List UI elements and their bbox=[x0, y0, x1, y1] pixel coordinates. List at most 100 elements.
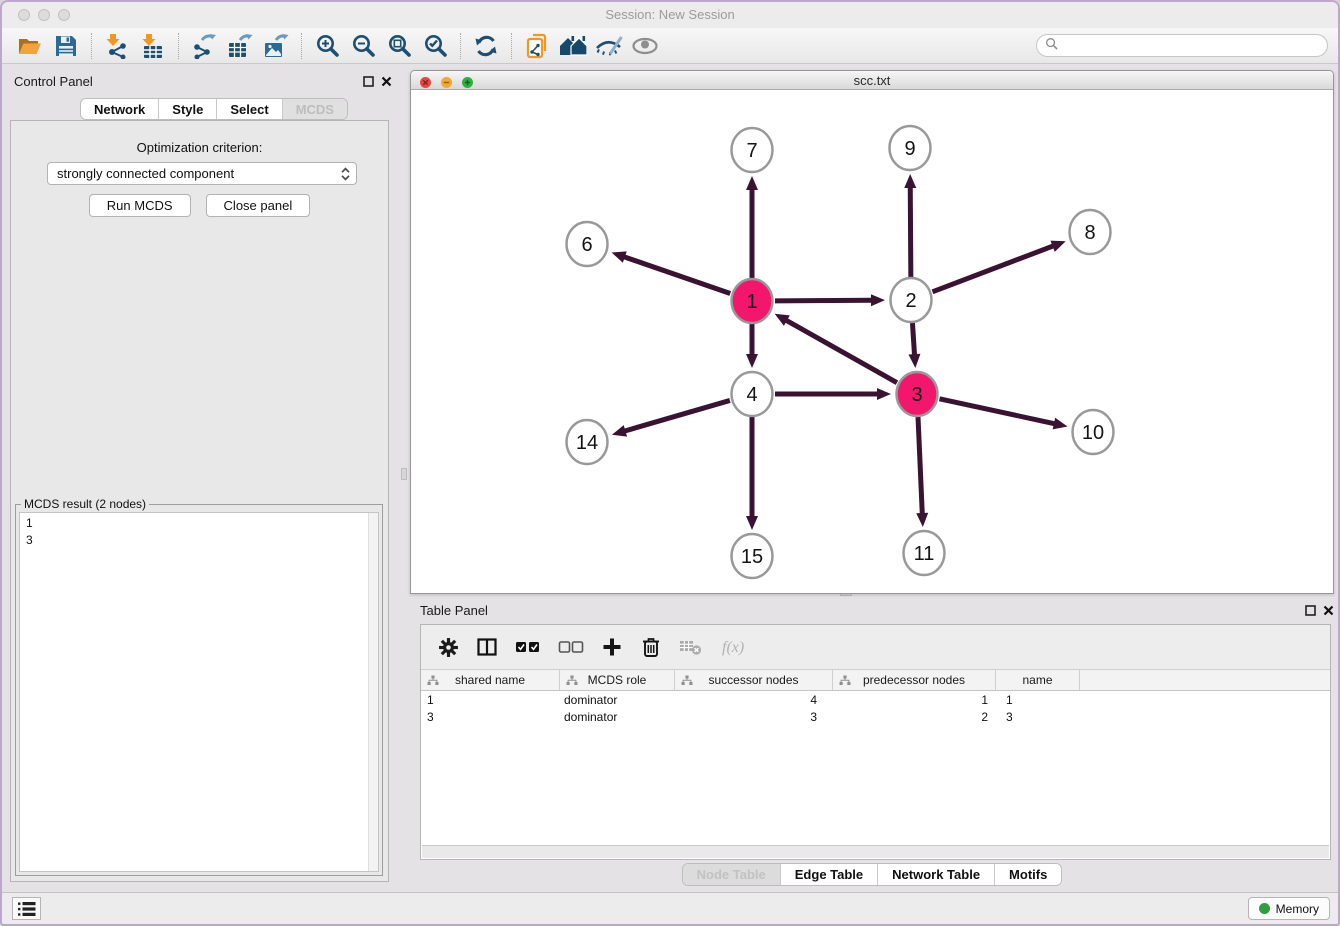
svg-text:3: 3 bbox=[911, 384, 922, 406]
import-table-icon[interactable] bbox=[135, 31, 171, 61]
zoom-fit-icon[interactable] bbox=[381, 31, 417, 61]
edge-2-3[interactable] bbox=[908, 323, 920, 368]
edge-3-11[interactable] bbox=[916, 417, 928, 527]
edge-3-1[interactable] bbox=[775, 314, 897, 383]
tab-node-table[interactable]: Node Table bbox=[683, 864, 781, 885]
column-header-successor-nodes[interactable]: successor nodes bbox=[675, 670, 833, 690]
edge-3-10[interactable] bbox=[939, 399, 1067, 430]
columns-icon[interactable] bbox=[476, 635, 498, 659]
memory-button[interactable]: Memory bbox=[1248, 897, 1330, 920]
float-icon[interactable] bbox=[1304, 604, 1316, 616]
tab-mcds[interactable]: MCDS bbox=[283, 99, 347, 119]
edge-2-8[interactable] bbox=[933, 241, 1066, 292]
network-window: scc.txt 7 9 6 8 1 2 4 3 14 10 15 11 bbox=[410, 70, 1334, 594]
tab-edge-table[interactable]: Edge Table bbox=[781, 864, 878, 885]
open-folder-icon[interactable] bbox=[12, 31, 48, 61]
import-network-icon[interactable] bbox=[99, 31, 135, 61]
edge-1-4[interactable] bbox=[746, 324, 758, 368]
edge-4-14[interactable] bbox=[612, 400, 730, 436]
table-cell: 3 bbox=[996, 710, 1080, 724]
column-header-shared-name[interactable]: shared name bbox=[421, 670, 560, 690]
column-header-predecessor-nodes[interactable]: predecessor nodes bbox=[833, 670, 996, 690]
export-table-icon[interactable] bbox=[222, 31, 258, 61]
document-share-icon[interactable] bbox=[519, 31, 555, 61]
export-network-icon[interactable] bbox=[186, 31, 222, 61]
node-6[interactable]: 6 bbox=[567, 222, 608, 266]
add-row-icon[interactable] bbox=[601, 635, 623, 659]
result-scrollbar[interactable] bbox=[368, 513, 378, 871]
save-floppy-icon[interactable] bbox=[48, 31, 84, 61]
zoom-in-icon[interactable] bbox=[309, 31, 345, 61]
tree-icon bbox=[427, 675, 439, 689]
edge-1-6[interactable] bbox=[612, 251, 731, 293]
node-15[interactable]: 15 bbox=[732, 534, 773, 578]
refresh-icon[interactable] bbox=[468, 31, 504, 61]
tab-network-table[interactable]: Network Table bbox=[878, 864, 995, 885]
tab-motifs[interactable]: Motifs bbox=[995, 864, 1061, 885]
table-cell: 3 bbox=[675, 710, 833, 724]
control-panel-title: Control Panel bbox=[14, 74, 93, 89]
mcds-result-title: MCDS result (2 nodes) bbox=[21, 497, 149, 511]
search-box[interactable] bbox=[1036, 34, 1328, 57]
deselect-all-icon[interactable] bbox=[558, 635, 584, 659]
network-canvas[interactable]: 7 9 6 8 1 2 4 3 14 10 15 11 bbox=[411, 91, 1333, 593]
node-1[interactable]: 1 bbox=[732, 279, 773, 323]
mac-close-icon[interactable] bbox=[420, 75, 431, 86]
node-3[interactable]: 3 bbox=[897, 372, 938, 416]
close-icon[interactable] bbox=[1322, 604, 1334, 616]
edge-2-9[interactable] bbox=[904, 174, 916, 277]
table-body: 1dominator4113dominator323 bbox=[421, 691, 1330, 725]
node-4[interactable]: 4 bbox=[732, 372, 773, 416]
svg-text:8: 8 bbox=[1084, 222, 1095, 244]
tab-select[interactable]: Select bbox=[217, 99, 282, 119]
mac-zoom-icon[interactable] bbox=[462, 75, 473, 86]
node-9[interactable]: 9 bbox=[890, 126, 931, 170]
zoom-selected-icon[interactable] bbox=[417, 31, 453, 61]
table-row[interactable]: 1dominator411 bbox=[421, 691, 1330, 708]
node-8[interactable]: 8 bbox=[1070, 210, 1111, 254]
node-14[interactable]: 14 bbox=[567, 420, 608, 464]
column-header-mcds-role[interactable]: MCDS role bbox=[560, 670, 675, 690]
close-panel-button[interactable]: Close panel bbox=[206, 194, 311, 217]
criterion-dropdown[interactable]: strongly connected component bbox=[47, 162, 357, 185]
tree-icon bbox=[839, 675, 851, 689]
eye-hide-icon[interactable] bbox=[591, 31, 627, 61]
memory-label: Memory bbox=[1276, 902, 1319, 916]
gear-icon[interactable] bbox=[437, 635, 459, 659]
column-header-name[interactable]: name bbox=[996, 670, 1080, 690]
svg-text:1: 1 bbox=[746, 291, 757, 313]
tab-style[interactable]: Style bbox=[159, 99, 217, 119]
edge-4-15[interactable] bbox=[746, 417, 758, 530]
search-input[interactable] bbox=[1063, 38, 1319, 54]
node-11[interactable]: 11 bbox=[904, 531, 945, 575]
export-image-icon[interactable] bbox=[258, 31, 294, 61]
houses-icon[interactable] bbox=[555, 31, 591, 61]
edge-1-2[interactable] bbox=[775, 294, 885, 306]
vertical-splitter-grip[interactable] bbox=[401, 468, 407, 480]
list-icon[interactable] bbox=[12, 897, 41, 920]
trash-icon[interactable] bbox=[640, 635, 662, 659]
toolbar-separator bbox=[91, 33, 92, 59]
fx-icon: f(x) bbox=[720, 635, 756, 659]
table-hscrollbar[interactable] bbox=[422, 845, 1329, 858]
run-mcds-button[interactable]: Run MCDS bbox=[89, 194, 191, 217]
svg-text:2: 2 bbox=[905, 290, 916, 312]
table-row[interactable]: 3dominator323 bbox=[421, 708, 1330, 725]
eye-show-icon[interactable] bbox=[627, 31, 663, 61]
zoom-out-icon[interactable] bbox=[345, 31, 381, 61]
table-toolbar: f(x) bbox=[421, 625, 1330, 670]
edge-4-3[interactable] bbox=[775, 388, 891, 400]
mcds-result-area[interactable]: 1 3 bbox=[19, 512, 379, 872]
node-7[interactable]: 7 bbox=[732, 128, 773, 172]
mac-minimize-icon[interactable] bbox=[441, 75, 452, 86]
select-all-icon[interactable] bbox=[515, 635, 541, 659]
network-titlebar[interactable]: scc.txt bbox=[411, 71, 1333, 90]
mcds-panel: Optimization criterion: strongly connect… bbox=[10, 120, 389, 882]
float-icon[interactable] bbox=[362, 75, 374, 87]
edge-1-7[interactable] bbox=[746, 176, 758, 278]
close-icon[interactable] bbox=[380, 75, 392, 87]
node-10[interactable]: 10 bbox=[1073, 410, 1114, 454]
column-header-label: shared name bbox=[455, 673, 525, 687]
tab-network[interactable]: Network bbox=[81, 99, 159, 119]
node-2[interactable]: 2 bbox=[891, 278, 932, 322]
